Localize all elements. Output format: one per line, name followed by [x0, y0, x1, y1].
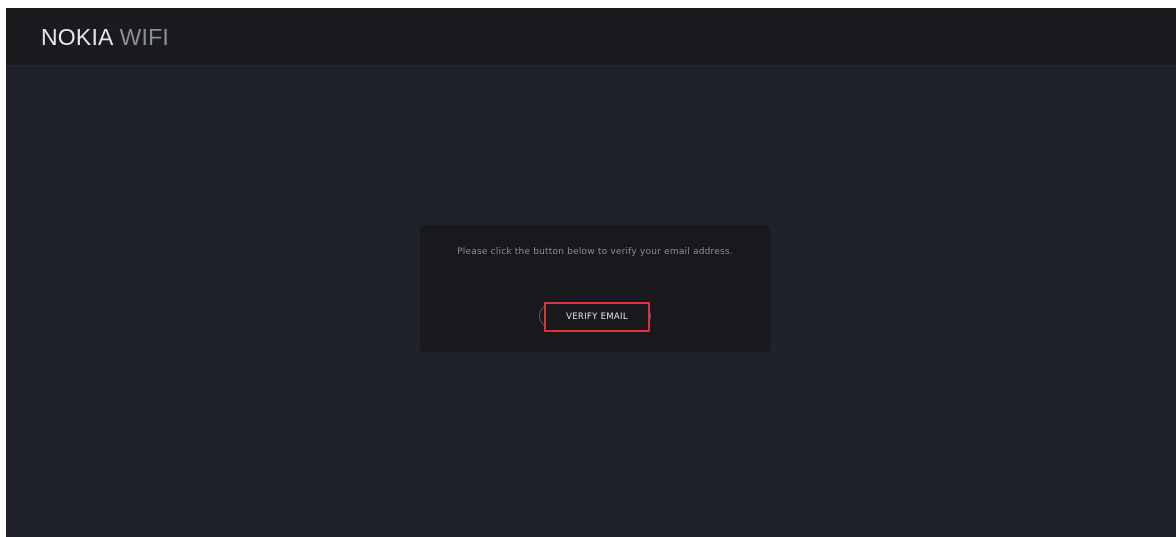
- verify-message: Please click the button below to verify …: [457, 247, 733, 257]
- nokia-wifi-logo[interactable]: NOKIA WIFI: [41, 22, 169, 52]
- logo-primary-text: NOKIA: [41, 24, 114, 50]
- verify-email-button[interactable]: VERIFY EMAIL: [544, 302, 650, 332]
- header-bar: NOKIA WIFI: [6, 8, 1176, 66]
- main-content: Please click the button below to verify …: [6, 67, 1176, 537]
- verify-email-card: Please click the button below to verify …: [420, 225, 770, 352]
- app-window: NOKIA WIFI Please click the button below …: [6, 8, 1176, 537]
- logo-secondary-text: WIFI: [119, 24, 169, 50]
- verify-button-outline: VERIFY EMAIL: [539, 302, 651, 332]
